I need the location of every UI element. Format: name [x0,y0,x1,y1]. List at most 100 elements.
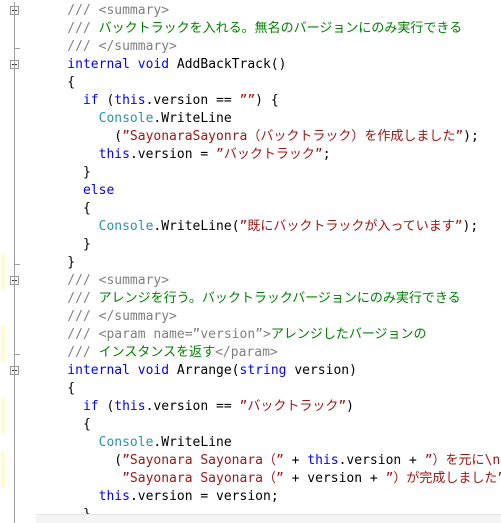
code-token-string: ”” [239,93,256,108]
change-bar [1,326,5,362]
code-token-keyword: internal void [36,57,177,72]
code-token-string: ”バックトラック” [239,399,347,414]
code-token-plain: Arrange( [176,363,240,378]
code-token-xmltag: /// <param name=”version”> [36,327,271,342]
code-token-keyword: this [307,453,339,468]
code-token-plain: ); [462,219,479,234]
code-token-plain: ); [463,129,479,144]
code-line[interactable]: } [36,254,501,272]
outlining-gutter[interactable] [9,0,31,523]
code-token-xmltag: /// </summary> [36,309,177,324]
gutter-separator [31,0,32,523]
code-line[interactable]: { [36,416,501,434]
code-token-keyword: if [36,93,107,108]
code-line[interactable]: /// <param name=”version”>アレンジしたバージョンの [36,326,501,344]
code-line[interactable]: /// </summary> [36,38,501,56]
code-token-type: Console [98,219,154,234]
code-token-plain: ( [36,129,123,144]
code-token-plain: .version = version; [129,489,279,504]
code-token-plain: } [36,255,76,270]
code-token-plain: + [283,453,308,468]
code-editor[interactable]: /// <summary> /// バックトラックを入れる。無名のバージョンにの… [0,0,501,523]
change-bar [1,398,5,434]
code-line[interactable]: /// </summary> [36,308,501,326]
code-line[interactable]: this.version = version; [36,488,501,506]
code-line[interactable]: } [36,164,501,182]
code-token-plain: { [36,75,76,90]
code-token-keyword: this [98,489,130,504]
code-token-xmltag: /// [36,21,99,36]
code-token-comment: アレンジを行う。バックトラックバージョンにのみ実行できる [98,291,461,306]
code-token-comment: バックトラックを入れる。無名のバージョンにのみ実行できる [98,21,463,36]
code-line[interactable]: internal void AddBackTrack() [36,56,501,74]
change-bar-column [0,0,9,523]
code-token-keyword: else [36,183,115,198]
code-line[interactable]: /// アレンジを行う。バックトラックバージョンにのみ実行できる [36,290,501,308]
code-token-plain: { [36,417,91,432]
code-token-keyword: if [36,399,107,414]
code-line[interactable]: (”SayonaraSayonra（バックトラック）を作成しました”); [36,128,501,146]
code-line[interactable]: if (this.version == ””) { [36,92,501,110]
code-token-xmltag: /// <summary> [36,3,170,18]
code-line[interactable]: /// <summary> [36,2,501,20]
code-token-keyword: this [114,93,146,108]
code-token-plain: ; [322,147,331,162]
code-line[interactable]: } [36,236,501,254]
code-token-keyword: internal void [36,363,177,378]
code-token-keyword: string [239,363,295,378]
code-token-plain: ) { [255,93,279,108]
code-line[interactable]: /// <summary> [36,272,501,290]
code-line[interactable]: if (this.version == ”バックトラック”) [36,398,501,416]
code-token-xmltag: /// [36,291,99,306]
code-line[interactable]: { [36,380,501,398]
code-line[interactable]: /// インスタンスを返す</param> [36,344,501,362]
code-token-comment: アレンジしたバージョンの [270,327,427,342]
code-token-comment: インスタンスを返す [98,345,216,360]
code-token-plain: + version + [283,471,386,486]
code-token-plain: { [36,381,76,396]
code-line[interactable]: { [36,74,501,92]
code-token-string: ”）が完成しました” [385,471,501,486]
change-bar [1,254,5,290]
code-line[interactable]: else [36,182,501,200]
code-line[interactable]: this.version = ”バックトラック”; [36,146,501,164]
code-token-xmltag: /// [36,345,99,360]
code-token-string: ”バックトラック” [216,147,323,162]
code-token-plain: { [36,201,91,216]
code-token-plain: .WriteLine [153,111,232,126]
code-line[interactable]: internal void Arrange(string version) [36,362,501,380]
code-line[interactable]: Console.WriteLine [36,434,501,452]
code-line[interactable]: Console.WriteLine [36,110,501,128]
fold-spine [14,2,15,523]
code-line[interactable]: ”Sayonara Sayonara（” + version + ”）が完成しま… [36,470,501,488]
code-line[interactable]: (”Sayonara Sayonara（” + this.version + ”… [36,452,501,470]
code-token-plain: .version = [129,147,217,162]
code-text-area[interactable]: /// <summary> /// バックトラックを入れる。無名のバージョンにの… [36,2,501,523]
code-token-xmltag: /// </summary> [36,39,177,54]
change-bar [1,452,5,488]
code-token-plain: } [36,237,91,252]
code-token-plain: .version == [145,93,240,108]
code-token-type: Console [98,111,154,126]
code-token-plain: ( [36,453,123,468]
code-token-plain: AddBackTrack() [176,57,287,72]
code-line[interactable]: /// バックトラックを入れる。無名のバージョンにのみ実行できる [36,20,501,38]
code-token-plain: .version == [145,399,240,414]
code-token-plain: .WriteLine [153,435,232,450]
code-token-string: ”SayonaraSayonra（バックトラック）を作成しました” [122,129,464,144]
code-line[interactable]: Console.WriteLine(”既にバックトラックが入っています”); [36,218,501,236]
code-token-plain: } [36,165,91,180]
editor-bottom-edge [36,514,501,523]
code-token-plain: .version + [338,453,425,468]
code-token-plain: .WriteLine( [153,219,240,234]
code-token-string: ”Sayonara Sayonara（” [122,471,284,486]
code-token-string: ”Sayonara Sayonara（” [122,453,284,468]
code-token-string: ”既にバックトラックが入っています” [239,219,463,234]
code-line[interactable]: { [36,200,501,218]
code-token-keyword: this [114,399,146,414]
